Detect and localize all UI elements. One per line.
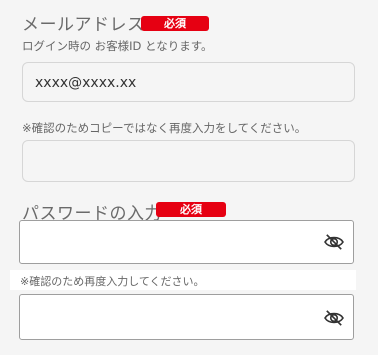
email-confirm-input[interactable]: [22, 140, 355, 182]
email-required-badge: 必須: [141, 16, 209, 31]
password-required-badge: 必須: [156, 202, 226, 217]
email-hint: ログイン時の お客様ID となります。: [22, 39, 213, 53]
email-title: メールアドレス: [22, 15, 145, 35]
password-confirm-note-band: ※確認のため再度入力してください。: [10, 270, 356, 290]
email-confirm-note: ※確認のためコピーではなく再度入力をしてください。: [22, 121, 307, 135]
password-input[interactable]: [19, 220, 354, 264]
password-confirm-note: ※確認のため再度入力してください。: [20, 275, 205, 288]
email-input[interactable]: xxxx@xxxx.xx: [22, 62, 355, 102]
eye-slash-icon[interactable]: [323, 233, 345, 251]
email-input-value: xxxx@xxxx.xx: [35, 75, 137, 91]
eye-slash-icon[interactable]: [323, 309, 345, 327]
password-confirm-input[interactable]: [19, 294, 354, 340]
